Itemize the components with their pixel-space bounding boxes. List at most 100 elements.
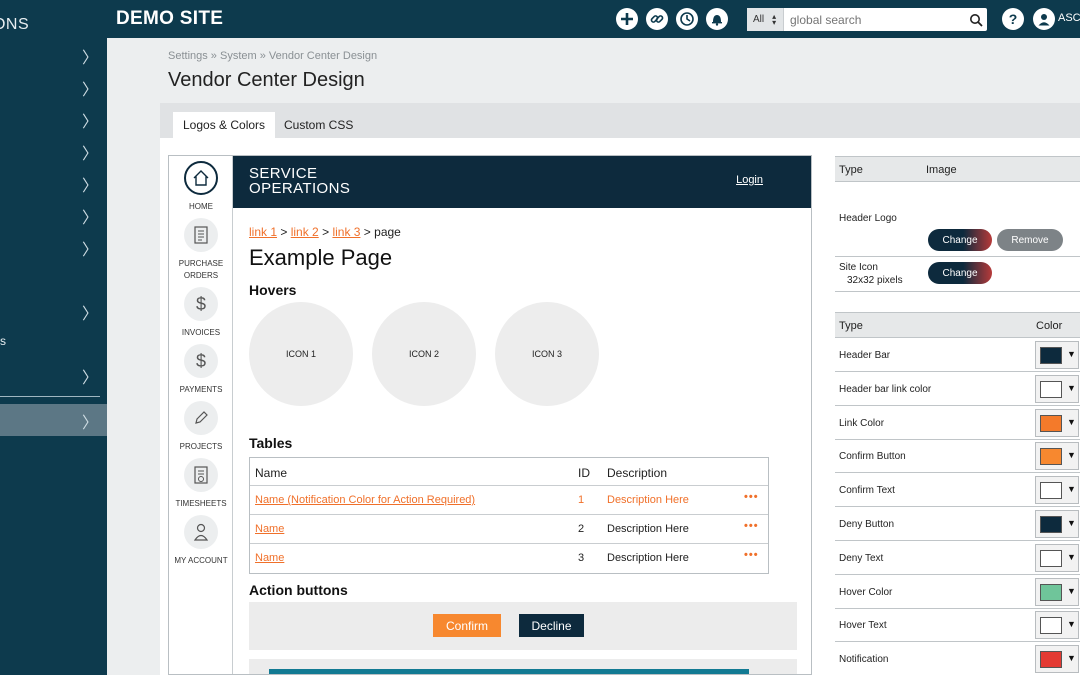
preview-header-bar: SERVICE OPERATIONS Login [233,156,811,208]
chevron-right-icon: 〉 [81,304,98,323]
sidebar-divider [0,396,100,397]
chevron-right-icon: 〉 [81,208,98,227]
color-setting-label: Link Color [839,417,885,429]
preview-nav-invoices[interactable]: $ INVOICES [169,287,233,339]
sidebar-item-7[interactable]: 〉 [0,231,107,261]
nav-label: PURCHASE ORDERS [178,259,224,280]
row-name-link[interactable]: Name (Notification Color for Action Requ… [255,494,475,506]
color-picker[interactable]: ▼ [1035,374,1079,403]
vendor-center-preview: HOME PURCHASE ORDERS $ INVOICES $ PAYMEN… [168,155,812,675]
color-picker[interactable]: ▼ [1035,476,1079,505]
dropdown-arrow-icon: ▼ [1067,484,1076,495]
page-title: Vendor Center Design [168,69,365,91]
confirm-button[interactable]: Confirm [433,614,501,637]
chevron-right-icon: 〉 [81,48,98,67]
hover-icon-3[interactable]: ICON 3 [495,302,599,406]
color-setting-row: Header Bar ▼ [835,338,1080,372]
preview-nav-my-account[interactable]: MY ACCOUNT [169,515,233,567]
preview-nav-timesheets[interactable]: TIMESHEETS [169,458,233,510]
header-logo-label: Header Logo [839,213,897,224]
plus-icon[interactable] [616,8,638,30]
sidebar-item-1[interactable]: 〉 [0,39,107,69]
color-setting-row: Notification ▼ [835,642,1080,675]
table-row: Name 3 Description Here ••• [250,544,768,573]
hover-icon-2[interactable]: ICON 2 [372,302,476,406]
color-swatch [1040,583,1062,601]
color-picker[interactable]: ▼ [1035,408,1079,437]
row-description: Description Here [607,494,689,506]
bell-icon[interactable] [706,8,728,30]
color-picker[interactable]: ▼ [1035,442,1079,471]
sidebar-item-2[interactable]: 〉 [0,71,107,101]
crumb-link-2[interactable]: link 2 [291,225,319,239]
sidebar-item-5[interactable]: 〉 [0,167,107,197]
color-swatch [1040,414,1062,432]
color-setting-label: Confirm Text [839,485,895,497]
nav-label: INVOICES [181,328,221,337]
preview-nav-projects[interactable]: PROJECTS [169,401,233,453]
preview-login-link[interactable]: Login [736,174,763,186]
column-header-description: Description [607,466,668,480]
sidebar-item-6[interactable]: 〉 [0,199,107,229]
decline-button[interactable]: Decline [519,614,584,637]
preview-sidebar: HOME PURCHASE ORDERS $ INVOICES $ PAYMEN… [169,156,233,674]
color-setting-row: Confirm Text ▼ [835,473,1080,508]
sidebar-item-8[interactable]: 〉 [0,295,107,325]
crumb-link-3[interactable]: link 3 [332,225,360,239]
tab-logos-colors[interactable]: Logos & Colors [173,112,276,138]
color-picker[interactable]: ▼ [1035,341,1079,369]
color-picker[interactable]: ▼ [1035,543,1079,572]
column-header-id: ID [578,466,590,480]
sidebar-item-active[interactable]: 〉 [0,404,107,436]
sidebar-item-3[interactable]: 〉 [0,103,107,133]
row-description: Description Here [607,552,689,564]
dollar-icon: $ [184,344,218,378]
dropdown-arrow-icon: ▼ [1067,518,1076,528]
nav-label: TIMESHEETS [175,499,227,508]
more-options-icon[interactable]: ••• [744,549,759,561]
site-icon-size: 32x32 pixels [847,275,903,286]
tab-custom-css[interactable]: Custom CSS [274,112,363,138]
color-picker[interactable]: ▼ [1035,510,1079,538]
sidebar-item-10[interactable]: 〉 [0,359,107,389]
preview-breadcrumb: link 1 > link 2 > link 3 > page [249,225,401,239]
color-picker[interactable]: ▼ [1035,645,1079,674]
change-header-logo-button[interactable]: Change [928,229,992,251]
help-icon[interactable]: ? [1002,8,1024,30]
search-icon[interactable] [965,13,987,27]
sidebar-item-9[interactable]: s [0,327,107,357]
user-name[interactable]: ASC [1058,12,1080,24]
colors-table-header: Type Color [835,312,1080,338]
site-icon-label: Site Icon [839,262,878,273]
hover-icon-1[interactable]: ICON 1 [249,302,353,406]
breadcrumb[interactable]: Settings » System » Vendor Center Design [168,50,377,62]
dropdown-arrow-icon: ▼ [1067,382,1076,393]
search-scope-select[interactable]: All ▴ ▾ [747,8,784,31]
remove-header-logo-button[interactable]: Remove [997,229,1063,251]
row-name-link[interactable]: Name [255,523,284,535]
preview-nav-payments[interactable]: $ PAYMENTS [169,344,233,396]
row-name-link[interactable]: Name [255,552,284,564]
preview-nav-home[interactable]: HOME [169,161,233,213]
more-options-icon[interactable]: ••• [744,520,759,532]
left-sidebar: IONS 〉 〉 〉 〉 〉 〉 〉 〉 s 〉 〉 [0,0,107,675]
preview-logo: SERVICE OPERATIONS [249,165,351,197]
row-description: Description Here [607,523,689,535]
row-id: 3 [578,552,585,564]
preview-nav-purchase-orders[interactable]: PURCHASE ORDERS [169,218,233,282]
crumb-link-1[interactable]: link 1 [249,225,277,239]
dropdown-arrow-icon: ▼ [1067,416,1076,427]
color-picker[interactable]: ▼ [1035,577,1079,606]
color-setting-row: Deny Button ▼ [835,507,1080,541]
sidebar-item-4[interactable]: 〉 [0,135,107,165]
user-icon[interactable] [1033,8,1055,30]
timesheet-icon [184,458,218,492]
change-site-icon-button[interactable]: Change [928,262,992,284]
images-table-header: Type Image [835,156,1080,182]
link-icon[interactable] [646,8,668,30]
search-input[interactable] [784,12,965,27]
more-options-icon[interactable]: ••• [744,491,759,503]
color-picker[interactable]: ▼ [1035,611,1079,640]
clock-icon[interactable] [676,8,698,30]
color-setting-row: Hover Text ▼ [835,608,1080,643]
